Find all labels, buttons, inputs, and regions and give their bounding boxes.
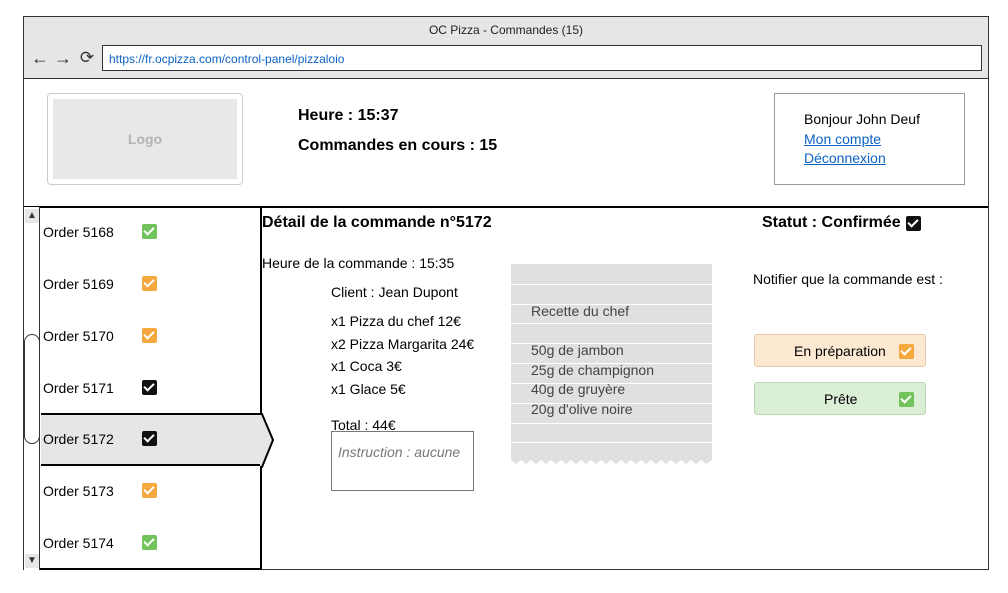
mark-preparing-button[interactable]: En préparation bbox=[754, 334, 926, 367]
recipe-divider bbox=[511, 284, 712, 285]
status-check-icon bbox=[142, 328, 157, 343]
order-detail-title: Détail de la commande n°5172 bbox=[262, 214, 492, 231]
recipe-divider bbox=[511, 323, 712, 324]
status-check-icon bbox=[142, 224, 157, 239]
scrollbar-thumb[interactable] bbox=[24, 334, 40, 444]
logo: Logo bbox=[47, 93, 243, 185]
order-status: Statut : Confirmée bbox=[762, 214, 901, 231]
orders-count: Commandes en cours : 15 bbox=[298, 137, 498, 154]
order-item-5173[interactable]: Order 5173 bbox=[41, 466, 260, 518]
current-time: Heure : 15:37 bbox=[298, 107, 399, 124]
status-confirmed-check-icon bbox=[906, 216, 921, 231]
order-label: Order 5169 bbox=[43, 276, 114, 292]
order-item-5172[interactable]: Order 5172 bbox=[41, 413, 260, 466]
recipe-ingredient: 20g d'olive noire bbox=[531, 401, 633, 417]
order-item-5171[interactable]: Order 5171 bbox=[41, 363, 260, 415]
browser-window: OC Pizza - Commandes (15) ← → ⟳ https://… bbox=[23, 16, 989, 570]
order-label: Order 5173 bbox=[43, 483, 114, 499]
recipe-divider bbox=[511, 442, 712, 443]
order-item-5169[interactable]: Order 5169 bbox=[41, 259, 260, 311]
arrow-left-icon[interactable]: ← bbox=[30, 48, 50, 68]
recipe-title: Recette du chef bbox=[531, 303, 630, 319]
order-line: x1 Pizza du chef 12€ bbox=[331, 313, 461, 329]
order-label: Order 5170 bbox=[43, 328, 114, 344]
user-box: Bonjour John Deuf Mon compte Déconnexion bbox=[774, 93, 965, 185]
user-greeting: Bonjour John Deuf bbox=[804, 111, 920, 127]
status-check-icon bbox=[142, 380, 157, 395]
selected-order-pointer bbox=[260, 413, 275, 468]
recipe-ingredient: 50g de jambon bbox=[531, 342, 624, 358]
recipe-card: Recette du chef 50g de jambon 25g de cha… bbox=[511, 264, 712, 460]
logo-placeholder: Logo bbox=[53, 99, 237, 179]
recipe-torn-edge bbox=[511, 458, 712, 464]
account-link[interactable]: Mon compte bbox=[804, 131, 881, 147]
browser-titlebar: OC Pizza - Commandes (15) ← → ⟳ https://… bbox=[24, 17, 988, 79]
arrow-right-icon[interactable]: → bbox=[53, 48, 73, 68]
order-line: x2 Pizza Margarita 24€ bbox=[331, 336, 475, 352]
recipe-ingredient: 40g de gruyère bbox=[531, 381, 626, 397]
notify-label: Notifier que la commande est : bbox=[753, 271, 943, 287]
recipe-divider bbox=[511, 423, 712, 424]
order-line: x1 Coca 3€ bbox=[331, 358, 402, 374]
ready-check-icon bbox=[899, 392, 914, 407]
address-bar[interactable]: https://fr.ocpizza.com/control-panel/piz… bbox=[102, 45, 982, 71]
mark-ready-button[interactable]: Prête bbox=[754, 382, 926, 415]
mark-preparing-label: En préparation bbox=[794, 343, 886, 359]
instruction-box: Instruction : aucune bbox=[331, 431, 474, 491]
order-item-5170[interactable]: Order 5170 bbox=[41, 311, 260, 363]
order-time: Heure de la commande : 15:35 bbox=[262, 255, 455, 271]
mark-ready-label: Prête bbox=[824, 391, 858, 407]
status-check-icon bbox=[142, 535, 157, 550]
order-label: Order 5168 bbox=[43, 224, 114, 240]
scroll-down-icon[interactable]: ▼ bbox=[25, 554, 39, 568]
status-check-icon bbox=[142, 431, 157, 446]
order-label: Order 5171 bbox=[43, 380, 114, 396]
order-label: Order 5172 bbox=[43, 431, 114, 447]
order-item-5168[interactable]: Order 5168 bbox=[41, 207, 260, 259]
sidebar-scrollbar[interactable]: ▲ ▼ bbox=[24, 207, 40, 570]
reload-icon[interactable]: ⟳ bbox=[77, 48, 97, 68]
client-name: Client : Jean Dupont bbox=[331, 284, 458, 300]
preparing-check-icon bbox=[899, 344, 914, 359]
orders-sidebar: ▲ ▼ Order 5168 Order 5169 Order 5170 Ord… bbox=[24, 207, 262, 570]
page-header: Logo Heure : 15:37 Commandes en cours : … bbox=[24, 79, 988, 208]
logout-link[interactable]: Déconnexion bbox=[804, 150, 886, 166]
scroll-up-icon[interactable]: ▲ bbox=[25, 209, 39, 223]
recipe-ingredient: 25g de champignon bbox=[531, 362, 654, 378]
status-check-icon bbox=[142, 276, 157, 291]
window-title: OC Pizza - Commandes (15) bbox=[428, 23, 584, 37]
order-line: x1 Glace 5€ bbox=[331, 381, 406, 397]
order-label: Order 5174 bbox=[43, 535, 114, 551]
status-check-icon bbox=[142, 483, 157, 498]
order-item-5174[interactable]: Order 5174 bbox=[41, 518, 260, 570]
